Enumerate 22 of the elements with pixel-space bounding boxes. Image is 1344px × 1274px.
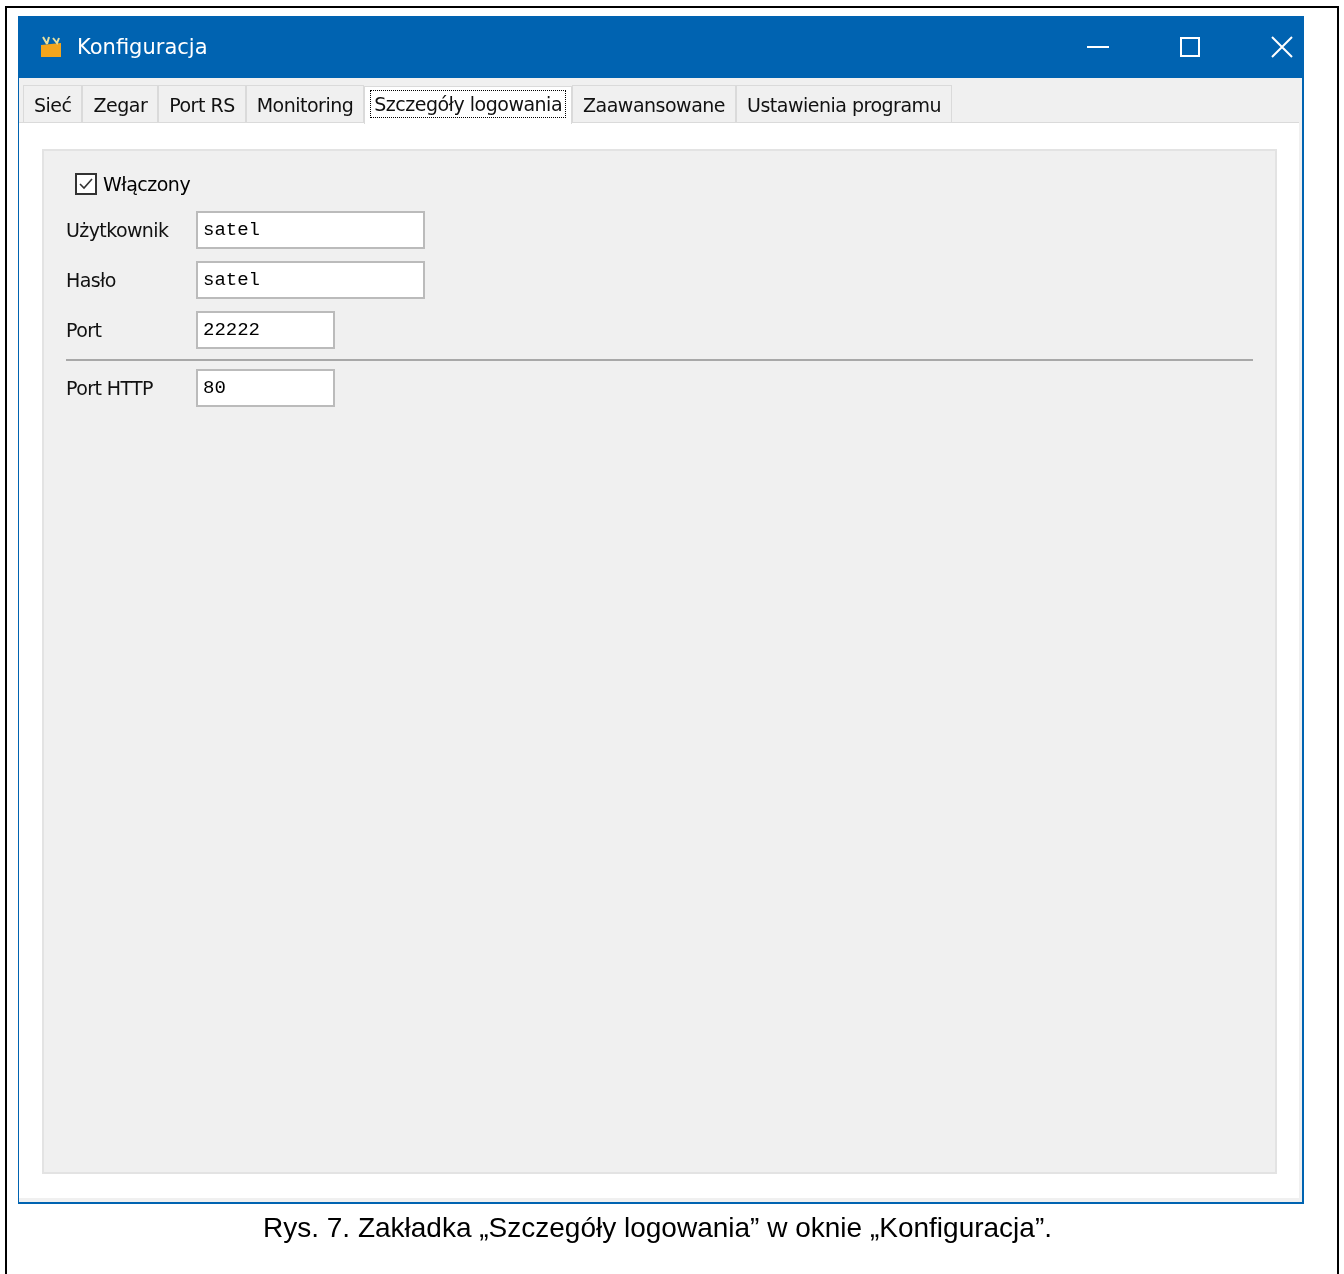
checkbox-icon[interactable] [75, 173, 97, 195]
window-title: Konfiguracja [77, 35, 208, 59]
enabled-checkbox[interactable]: Włączony [75, 173, 191, 195]
input-field[interactable]: 22222 [196, 311, 335, 349]
field-label: Port HTTP [66, 377, 154, 399]
tab[interactable]: Ustawienia programu [736, 85, 953, 122]
tab[interactable]: Sieć [23, 85, 83, 122]
tab[interactable]: Zaawansowane [572, 85, 736, 122]
input-field[interactable]: satel [196, 211, 425, 249]
tab[interactable]: Zegar [82, 85, 159, 122]
maximize-icon[interactable] [1179, 36, 1201, 58]
close-icon[interactable] [1271, 36, 1293, 58]
figure-caption: Rys. 7. Zakładka „Szczegóły logowania” w oknie „Konfiguracja”. [262, 1211, 1053, 1244]
field-label: Użytkownik [66, 219, 170, 241]
input-field[interactable]: satel [196, 261, 425, 299]
tab[interactable]: Monitoring [245, 85, 365, 122]
field-label: Port [66, 319, 103, 341]
tab[interactable]: Port RS [158, 85, 246, 122]
tab[interactable]: Szczegóły logowania [364, 86, 573, 124]
input-field[interactable]: 80 [196, 369, 335, 407]
field-label: Hasło [66, 269, 117, 291]
app-icon [39, 35, 63, 59]
